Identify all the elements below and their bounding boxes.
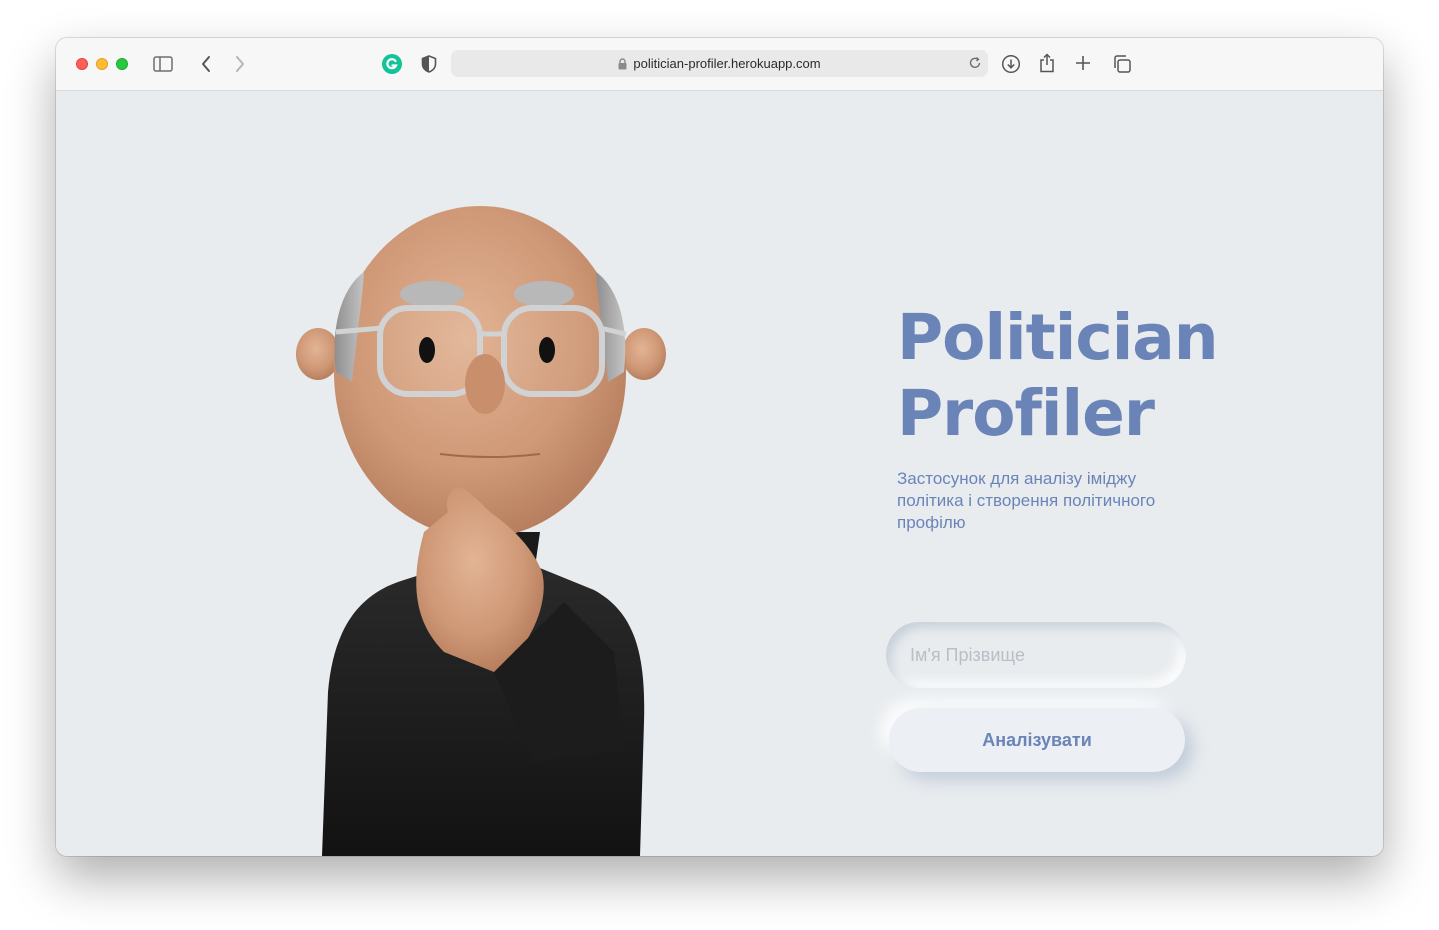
thinking-man-illustration — [294, 202, 674, 856]
full-name-input[interactable] — [886, 622, 1186, 688]
share-icon[interactable] — [1037, 52, 1057, 74]
lock-icon — [618, 57, 627, 70]
shield-icon[interactable] — [419, 54, 439, 74]
url-text: politician-profiler.herokuapp.com — [633, 56, 821, 71]
reload-icon[interactable] — [968, 56, 982, 73]
page-title: Politician Profiler — [897, 300, 1277, 452]
sidebar-icon[interactable] — [152, 54, 174, 74]
title-line-1: Politician — [897, 301, 1219, 374]
forward-icon[interactable] — [230, 54, 250, 74]
minimize-window-button[interactable] — [96, 58, 108, 70]
analyze-button[interactable]: Аналізувати — [889, 708, 1185, 772]
zoom-window-button[interactable] — [116, 58, 128, 70]
page-subtitle: Застосунок для аналізу іміджу політика і… — [897, 469, 1156, 532]
download-icon[interactable] — [1000, 53, 1022, 75]
back-icon[interactable] — [196, 54, 216, 74]
title-line-2: Profiler — [897, 377, 1155, 450]
browser-toolbar: politician-profiler.herokuapp.com — [56, 38, 1383, 91]
address-bar[interactable]: politician-profiler.herokuapp.com — [451, 50, 988, 77]
tabs-overview-icon[interactable] — [1111, 53, 1133, 75]
close-window-button[interactable] — [76, 58, 88, 70]
page-content: Politician Profiler Застосунок для аналі… — [56, 92, 1383, 856]
new-tab-icon[interactable] — [1073, 53, 1093, 73]
grammarly-icon[interactable] — [382, 54, 402, 74]
browser-window: politician-profiler.herokuapp.com Politi… — [56, 38, 1383, 856]
